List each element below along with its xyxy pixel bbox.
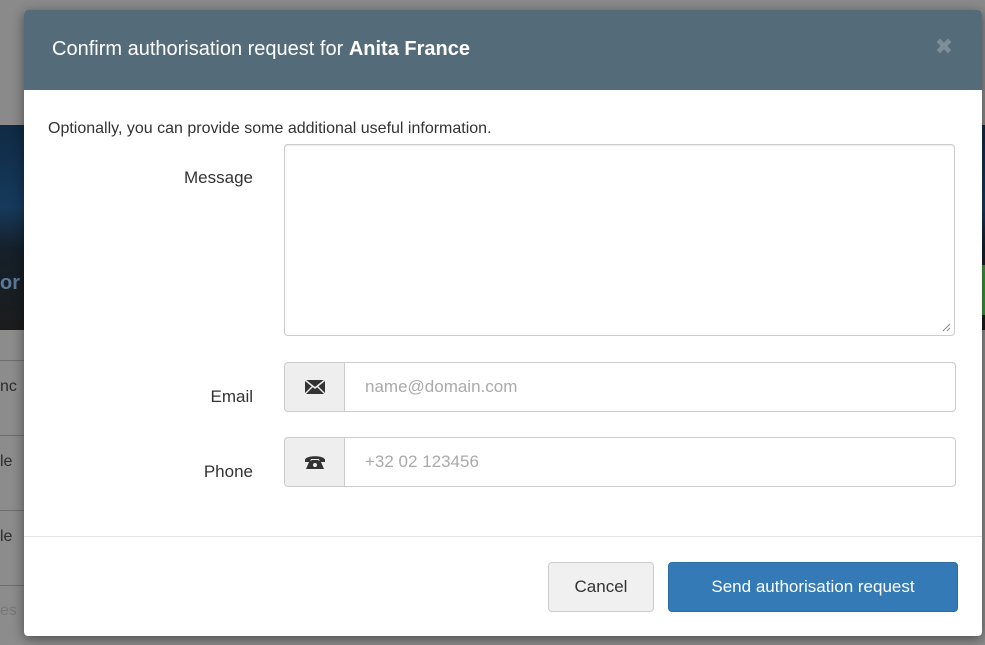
resize-handle-icon[interactable]: [941, 322, 951, 332]
message-textarea[interactable]: [284, 144, 955, 336]
phone-field[interactable]: +32 02 123456: [345, 437, 956, 487]
intro-text: Optionally, you can provide some additio…: [48, 120, 492, 137]
dialog-header: Confirm authorisation request for Anita …: [24, 10, 982, 90]
message-label: Message: [184, 168, 253, 187]
dialog-body: Optionally, you can provide some additio…: [24, 90, 982, 536]
envelope-icon: [284, 362, 345, 412]
background-text-fragment: le: [0, 453, 13, 470]
background-text-fragment: es: [0, 602, 17, 619]
phone-icon: [284, 437, 345, 487]
dialog-title-prefix: Confirm authorisation request for: [52, 38, 349, 60]
close-icon[interactable]: ✖: [934, 36, 954, 58]
background-text-fragment: nc: [0, 378, 17, 395]
footer-divider: [24, 536, 982, 537]
email-label: Email: [210, 387, 253, 406]
cancel-button[interactable]: Cancel: [548, 562, 654, 612]
phone-input-group: +32 02 123456: [284, 437, 956, 487]
authorisation-request-dialog: Confirm authorisation request for Anita …: [24, 10, 982, 636]
dialog-title: Confirm authorisation request for Anita …: [52, 38, 470, 61]
background-text-fragment: or: [0, 272, 20, 294]
send-authorisation-request-button[interactable]: Send authorisation request: [668, 562, 958, 612]
phone-label: Phone: [203, 462, 253, 481]
email-field[interactable]: name@domain.com: [345, 362, 956, 412]
email-input-group: name@domain.com: [284, 362, 956, 412]
dialog-title-name: Anita France: [348, 38, 470, 60]
background-text-fragment: le: [0, 528, 13, 545]
